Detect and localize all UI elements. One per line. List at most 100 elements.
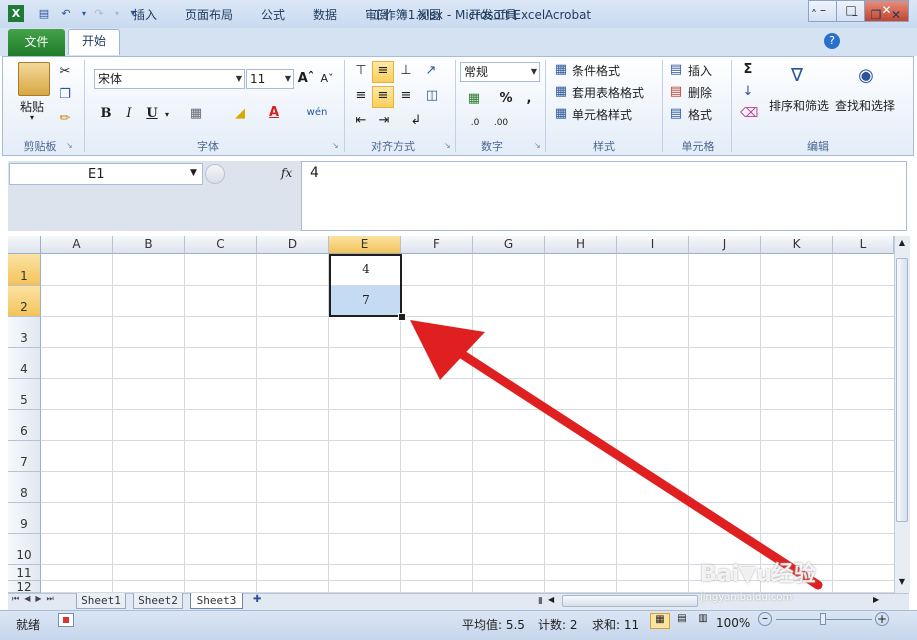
font-color-icon[interactable]: A: [264, 104, 284, 122]
font-launcher-icon[interactable]: ↘: [332, 141, 339, 150]
orientation-icon[interactable]: ↗: [421, 62, 441, 80]
scroll-down-icon[interactable]: ▼: [896, 577, 908, 587]
formula-input[interactable]: 4: [301, 161, 907, 231]
bold-button[interactable]: B: [97, 105, 115, 123]
row-header-9[interactable]: 9: [8, 503, 41, 534]
tab-home[interactable]: 开始: [68, 29, 120, 55]
column-header-c[interactable]: C: [185, 236, 257, 254]
row-header-12[interactable]: 12: [8, 581, 41, 593]
select-all-button[interactable]: [8, 236, 41, 254]
autosum-icon[interactable]: Σ: [740, 61, 756, 79]
align-left-icon[interactable]: ≡: [351, 87, 371, 105]
font-name-combo[interactable]: 宋体 ▼: [94, 69, 245, 89]
paste-icon[interactable]: [18, 62, 50, 96]
tab-developer[interactable]: 开发工具: [460, 4, 526, 26]
help-icon[interactable]: ?: [824, 33, 840, 49]
tab-view[interactable]: 视图: [410, 4, 448, 26]
column-header-d[interactable]: D: [257, 236, 329, 254]
insert-sheet-icon[interactable]: ✚: [253, 594, 271, 608]
scroll-left-icon[interactable]: ◀: [548, 595, 560, 604]
row-header-1[interactable]: 1: [8, 254, 41, 286]
name-box[interactable]: E1 ▼: [9, 163, 203, 185]
format-cells-button[interactable]: 格式: [688, 106, 712, 123]
ribbon-minimize-icon[interactable]: ˄: [806, 4, 822, 26]
alignment-launcher-icon[interactable]: ↘: [444, 141, 451, 150]
align-right-icon[interactable]: ≡: [396, 87, 416, 105]
tab-data[interactable]: 数据: [306, 4, 344, 26]
column-header-i[interactable]: I: [617, 236, 689, 254]
row-header-11[interactable]: 11: [8, 565, 41, 581]
page-layout-view-icon[interactable]: ▤: [673, 613, 691, 629]
align-bottom-icon[interactable]: ⊥: [396, 62, 416, 80]
zoom-out-icon[interactable]: –: [758, 612, 772, 626]
normal-view-icon[interactable]: ▦: [650, 613, 670, 629]
increase-decimal-icon[interactable]: .0: [464, 114, 486, 132]
zoom-slider-thumb[interactable]: [820, 613, 826, 625]
workbook-restore-icon[interactable]: ❐: [868, 4, 884, 26]
vertical-scroll-thumb[interactable]: [896, 258, 908, 522]
fill-color-icon[interactable]: ◢: [230, 105, 250, 123]
merge-center-icon[interactable]: ◫: [421, 87, 443, 105]
row-header-7[interactable]: 7: [8, 441, 41, 472]
zoom-level[interactable]: 100%: [716, 616, 750, 630]
align-top-icon[interactable]: ⊤: [351, 62, 371, 80]
copy-icon[interactable]: ❐: [56, 86, 74, 104]
column-header-k[interactable]: K: [761, 236, 833, 254]
row-header-10[interactable]: 10: [8, 534, 41, 565]
workbook-minimize-icon[interactable]: –: [847, 4, 863, 26]
name-box-dropdown-icon[interactable]: ▼: [190, 168, 197, 178]
row-header-2[interactable]: 2: [8, 286, 41, 317]
shrink-font-icon[interactable]: Aˇ: [318, 70, 336, 88]
decrease-decimal-icon[interactable]: .00: [490, 114, 512, 132]
grow-font-icon[interactable]: Aˆ: [297, 70, 315, 88]
sheet-nav-icons[interactable]: ⏮◀▶⏭: [12, 594, 59, 604]
cell-e2[interactable]: 7: [330, 293, 402, 307]
align-center-icon[interactable]: ≡: [372, 86, 394, 108]
format-as-table-button[interactable]: 套用表格格式: [572, 84, 644, 101]
sort-filter-button[interactable]: 排序和筛选: [769, 97, 829, 114]
insert-function-icon[interactable]: fx: [281, 166, 292, 180]
tab-review[interactable]: 审阅: [358, 4, 396, 26]
formula-bar-handle[interactable]: [205, 164, 225, 184]
vertical-scrollbar[interactable]: ▲ ▼: [894, 236, 910, 593]
column-header-e[interactable]: E: [329, 236, 401, 254]
tab-split-handle[interactable]: ▮: [538, 596, 546, 606]
clear-icon[interactable]: ⌫: [740, 105, 758, 123]
column-header-a[interactable]: A: [41, 236, 113, 254]
comma-style-icon[interactable]: ,: [522, 90, 536, 108]
row-header-5[interactable]: 5: [8, 379, 41, 410]
increase-indent-icon[interactable]: ⇥: [374, 112, 394, 130]
phonetic-icon[interactable]: wén: [306, 104, 328, 122]
sheet-tab-3-active[interactable]: Sheet3: [190, 593, 243, 609]
row-header-6[interactable]: 6: [8, 410, 41, 441]
column-header-h[interactable]: H: [545, 236, 617, 254]
column-header-l[interactable]: L: [833, 236, 894, 254]
zoom-in-icon[interactable]: +: [875, 612, 889, 626]
font-size-combo[interactable]: 11 ▼: [246, 69, 294, 89]
row-header-3[interactable]: 3: [8, 317, 41, 348]
paste-dropdown-icon[interactable]: ▾: [30, 113, 34, 122]
conditional-format-button[interactable]: 条件格式: [572, 62, 620, 79]
italic-button[interactable]: I: [120, 105, 138, 123]
tab-formulas[interactable]: 公式: [254, 4, 292, 26]
insert-cells-button[interactable]: 插入: [688, 62, 712, 79]
format-painter-icon[interactable]: ✏: [56, 110, 74, 128]
percent-icon[interactable]: %: [497, 90, 515, 108]
cut-icon[interactable]: ✂: [56, 63, 74, 81]
delete-cells-button[interactable]: 删除: [688, 84, 712, 101]
find-select-button[interactable]: 查找和选择: [835, 97, 895, 114]
sheet-tab-2[interactable]: Sheet2: [133, 593, 183, 609]
column-header-g[interactable]: G: [473, 236, 545, 254]
workbook-close-icon[interactable]: ✕: [888, 4, 904, 26]
align-middle-icon[interactable]: ≡: [372, 61, 394, 83]
fill-icon[interactable]: ↓: [740, 83, 756, 101]
border-icon[interactable]: ▦: [186, 105, 206, 123]
underline-dropdown-icon[interactable]: ▾: [162, 106, 172, 124]
page-break-view-icon[interactable]: ▥: [694, 613, 712, 629]
scroll-right-icon[interactable]: ▶: [873, 595, 885, 604]
decrease-indent-icon[interactable]: ⇤: [351, 112, 371, 130]
macro-record-icon[interactable]: [58, 613, 74, 627]
cell-e1[interactable]: 4: [330, 262, 402, 276]
clipboard-launcher-icon[interactable]: ↘: [66, 141, 73, 150]
column-header-b[interactable]: B: [113, 236, 185, 254]
